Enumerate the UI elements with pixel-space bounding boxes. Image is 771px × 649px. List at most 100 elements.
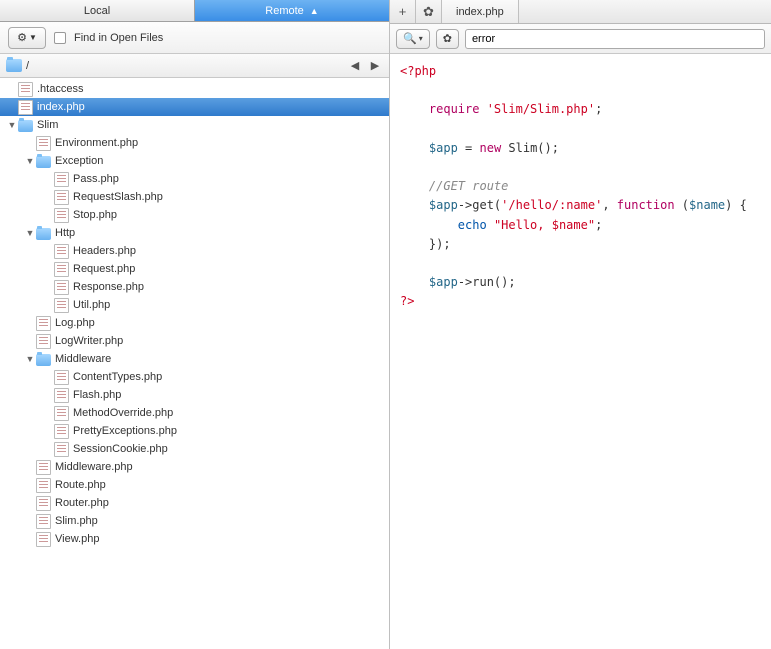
tree-file[interactable]: PrettyExceptions.php <box>0 422 389 440</box>
actions-menu-button[interactable]: ⚙ ▼ <box>8 27 46 49</box>
tree-file[interactable]: Response.php <box>0 278 389 296</box>
folder-icon <box>6 59 22 72</box>
file-icon <box>54 190 69 205</box>
code-token: ->get( <box>458 198 501 212</box>
tree-file[interactable]: Headers.php <box>0 242 389 260</box>
editor-tab-label: index.php <box>456 6 504 18</box>
search-input[interactable] <box>465 29 765 49</box>
folder-icon <box>18 120 33 132</box>
tree-item-label: LogWriter.php <box>55 335 123 347</box>
folder-icon <box>36 156 51 168</box>
tree-item-label: View.php <box>55 533 99 545</box>
code-token: $app <box>429 198 458 212</box>
code-token: , <box>602 198 616 212</box>
tree-file[interactable]: Util.php <box>0 296 389 314</box>
tab-local[interactable]: Local <box>0 0 195 21</box>
find-in-open-files-label: Find in Open Files <box>74 32 163 44</box>
tree-file[interactable]: Middleware.php <box>0 458 389 476</box>
file-icon <box>36 514 51 529</box>
file-icon <box>54 406 69 421</box>
disclosure-triangle-icon[interactable]: ▼ <box>6 120 18 130</box>
chevron-down-icon: ▼ <box>29 33 37 42</box>
tree-file[interactable]: LogWriter.php <box>0 332 389 350</box>
find-in-open-files-checkbox[interactable] <box>54 32 66 44</box>
file-tree[interactable]: .htaccess index.php ▼ Slim Environment.php ▼ E… <box>0 78 389 649</box>
disclosure-triangle-icon[interactable]: ▼ <box>24 354 36 364</box>
tree-file[interactable]: Stop.php <box>0 206 389 224</box>
code-editor[interactable]: <?php require 'Slim/Slim.php'; $app = ne… <box>390 54 771 649</box>
editor-tabs: + ✿ index.php <box>390 0 771 24</box>
code-token: <?php <box>400 64 436 78</box>
code-token: }); <box>429 237 451 251</box>
tree-item-label: Slim.php <box>55 515 98 527</box>
file-icon <box>54 388 69 403</box>
tree-item-label: Flash.php <box>73 389 121 401</box>
code-token: ; <box>595 102 602 116</box>
file-icon <box>54 370 69 385</box>
tree-file[interactable]: SessionCookie.php <box>0 440 389 458</box>
disclosure-triangle-icon[interactable]: ▼ <box>24 228 36 238</box>
code-token: $app <box>429 141 458 155</box>
code-token <box>487 218 494 232</box>
tree-folder[interactable]: ▼ Exception <box>0 152 389 170</box>
tree-item-label: PrettyExceptions.php <box>73 425 177 437</box>
tab-index-php[interactable]: index.php <box>442 0 519 23</box>
tree-file[interactable]: View.php <box>0 530 389 548</box>
tree-item-label: Exception <box>55 155 103 167</box>
tree-file[interactable]: index.php <box>0 98 389 116</box>
tree-file[interactable]: Route.php <box>0 476 389 494</box>
tree-item-label: Headers.php <box>73 245 136 257</box>
code-token: $app <box>429 275 458 289</box>
code-token: //GET route <box>429 179 508 193</box>
tree-file[interactable]: ContentTypes.php <box>0 368 389 386</box>
tree-file[interactable]: Router.php <box>0 494 389 512</box>
file-icon <box>54 280 69 295</box>
tree-file[interactable]: Flash.php <box>0 386 389 404</box>
tree-item-label: Middleware.php <box>55 461 133 473</box>
nav-back-button[interactable]: ◀ <box>347 58 363 74</box>
file-icon <box>54 424 69 439</box>
gear-icon: ⚙ <box>17 31 27 44</box>
tree-file[interactable]: RequestSlash.php <box>0 188 389 206</box>
tab-remote[interactable]: Remote ▲ <box>195 0 389 21</box>
nav-forward-button[interactable]: ▶ <box>367 58 383 74</box>
tree-item-label: Router.php <box>55 497 109 509</box>
folder-icon <box>36 354 51 366</box>
tree-file[interactable]: Slim.php <box>0 512 389 530</box>
path-bar[interactable]: / ◀ ▶ <box>0 54 389 78</box>
tree-item-label: Slim <box>37 119 58 131</box>
tree-file[interactable]: Pass.php <box>0 170 389 188</box>
tab-options-button[interactable]: ✿ <box>416 0 442 23</box>
tree-item-label: .htaccess <box>37 83 83 95</box>
tree-item-label: Middleware <box>55 353 111 365</box>
chevron-down-icon: ▾ <box>419 34 423 43</box>
tree-file[interactable]: Environment.php <box>0 134 389 152</box>
code-token: ( <box>675 198 689 212</box>
tree-file[interactable]: MethodOverride.php <box>0 404 389 422</box>
tree-file[interactable]: Request.php <box>0 260 389 278</box>
code-token: ?> <box>400 294 414 308</box>
file-icon <box>54 208 69 223</box>
search-settings-button[interactable]: ✿ <box>436 29 459 49</box>
search-options-button[interactable]: 🔍▾ <box>396 29 430 49</box>
new-tab-button[interactable]: + <box>390 0 416 23</box>
sidebar: Local Remote ▲ ⚙ ▼ Find in Open Files / … <box>0 0 390 649</box>
tree-folder[interactable]: ▼Http <box>0 224 389 242</box>
tree-item-label: Request.php <box>73 263 135 275</box>
tree-folder[interactable]: ▼ Middleware <box>0 350 389 368</box>
file-icon <box>54 442 69 457</box>
disclosure-triangle-icon[interactable]: ▼ <box>24 156 36 166</box>
tree-folder[interactable]: ▼ Slim <box>0 116 389 134</box>
file-icon <box>18 82 33 97</box>
code-token: '/hello/:name' <box>501 198 602 212</box>
file-icon <box>54 172 69 187</box>
sidebar-toolbar: ⚙ ▼ Find in Open Files <box>0 22 389 54</box>
file-icon <box>36 460 51 475</box>
tree-file[interactable]: .htaccess <box>0 80 389 98</box>
tree-item-label: Response.php <box>73 281 144 293</box>
tree-item-label: ContentTypes.php <box>73 371 162 383</box>
tree-file[interactable]: Log.php <box>0 314 389 332</box>
code-token: $name <box>689 198 725 212</box>
code-token: 'Slim/Slim.php' <box>487 102 595 116</box>
search-icon: 🔍 <box>403 32 417 45</box>
